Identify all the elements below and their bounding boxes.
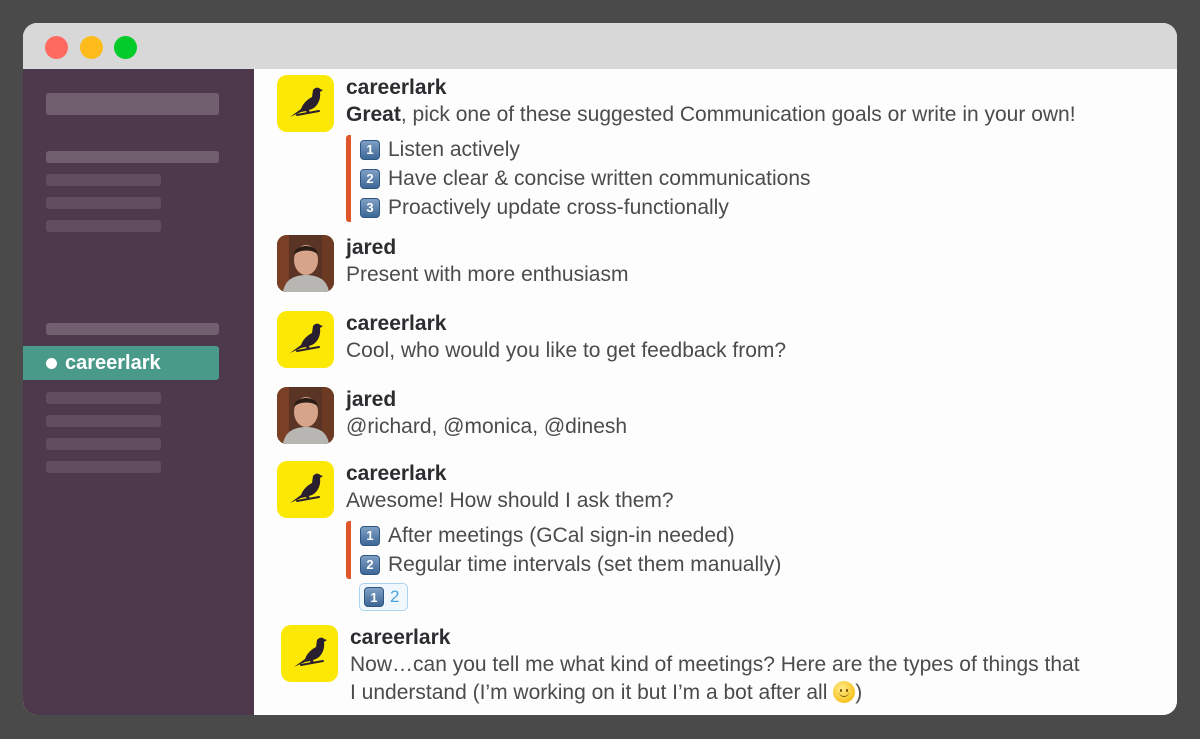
close-window-button[interactable] (45, 36, 68, 59)
option-label: Regular time intervals (set them manuall… (388, 553, 782, 576)
keycap-two-icon: 2 (360, 168, 380, 189)
sidebar-item-label: careerlark (65, 351, 161, 374)
reaction-pill[interactable]: 1 2 (359, 583, 409, 611)
message-text-line: I understand (I’m working on it but I’m … (350, 679, 1170, 707)
keycap-two-icon: 2 (360, 554, 380, 575)
message-text-bold: Great (346, 103, 401, 126)
section-header-placeholder (46, 151, 219, 163)
online-status-icon (46, 357, 57, 369)
message-author[interactable]: careerlark (346, 311, 1166, 337)
app-window: careerlark careerlark Great, pick one of… (23, 23, 1177, 715)
jared-avatar[interactable] (277, 235, 334, 292)
device-frame: careerlark careerlark Great, pick one of… (0, 0, 1200, 739)
dm-placeholder[interactable] (46, 415, 161, 427)
message-text: Cool, who would you like to get feedback… (346, 339, 787, 362)
message-text-rest: , pick one of these suggested Communicat… (400, 103, 1076, 126)
message-author[interactable]: careerlark (350, 625, 1170, 651)
dm-placeholder[interactable] (46, 461, 161, 473)
message-text: Present with more enthusiasm (346, 263, 629, 286)
message-author[interactable]: careerlark (346, 461, 1166, 487)
dm-placeholder[interactable] (46, 392, 161, 404)
channel-placeholder[interactable] (46, 197, 161, 209)
message-text-part: ) (855, 681, 863, 704)
bird-icon (294, 637, 327, 667)
attachment-options: 1 Listen actively 2 Have clear & concise w… (346, 135, 1166, 222)
user-photo-icon (277, 387, 334, 444)
option-item[interactable]: 1 Listen actively (360, 135, 1166, 164)
message-text: Awesome! How should I ask them? (346, 489, 674, 512)
bird-icon (290, 473, 323, 503)
message-author[interactable]: careerlark (346, 75, 1166, 101)
message-text: Great, pick one of these suggested Commu… (346, 101, 1166, 129)
title-bar (23, 23, 1177, 69)
user-photo-icon (277, 235, 334, 292)
careerlark-avatar[interactable] (277, 311, 334, 368)
team-name-placeholder[interactable] (46, 93, 219, 115)
keycap-one-icon: 1 (360, 139, 380, 160)
option-label: Proactively update cross-functionally (388, 196, 729, 219)
careerlark-avatar[interactable] (281, 625, 338, 682)
message-author[interactable]: jared (346, 235, 1166, 261)
careerlark-avatar[interactable] (277, 461, 334, 518)
bird-icon (290, 323, 323, 353)
option-item[interactable]: 3 Proactively update cross-functionally (360, 193, 1166, 222)
channel-placeholder[interactable] (46, 174, 161, 186)
keycap-three-icon: 3 (360, 197, 380, 218)
jared-avatar[interactable] (277, 387, 334, 444)
channel-placeholder[interactable] (46, 220, 161, 232)
message-text-line: Now…can you tell me what kind of meeting… (350, 653, 1080, 676)
option-label: Have clear & concise written communicati… (388, 167, 811, 190)
zoom-window-button[interactable] (114, 36, 137, 59)
reaction-count: 2 (390, 587, 400, 606)
message-author[interactable]: jared (346, 387, 1166, 413)
option-label: Listen actively (388, 138, 520, 161)
keycap-one-icon: 1 (360, 525, 380, 546)
minimize-window-button[interactable] (80, 36, 103, 59)
message-list: careerlark Great, pick one of these sugg… (254, 69, 1177, 715)
dm-placeholder[interactable] (46, 438, 161, 450)
option-label: After meetings (GCal sign-in needed) (388, 524, 735, 547)
attachment-options: 1 After meetings (GCal sign-in needed) 2R… (346, 521, 1166, 579)
message-text: @richard, @monica, @dinesh (346, 415, 628, 438)
option-item[interactable]: 2 Regular time intervals (set them manual… (360, 550, 1166, 579)
keycap-one-icon: 1 (364, 587, 384, 607)
bird-icon (290, 87, 323, 117)
section-header-placeholder (46, 323, 219, 335)
careerlark-avatar[interactable] (277, 75, 334, 132)
slightly-smiling-face-icon (833, 681, 856, 703)
option-item[interactable]: 2 Have clear & concise written communicat… (360, 164, 1166, 193)
sidebar: careerlark (23, 69, 254, 715)
option-item[interactable]: 1 After meetings (GCal sign-in needed) (360, 521, 1166, 550)
message-text-part: I understand (I’m working on it but I’m … (350, 681, 834, 704)
sidebar-item-careerlark[interactable]: careerlark (23, 346, 219, 380)
